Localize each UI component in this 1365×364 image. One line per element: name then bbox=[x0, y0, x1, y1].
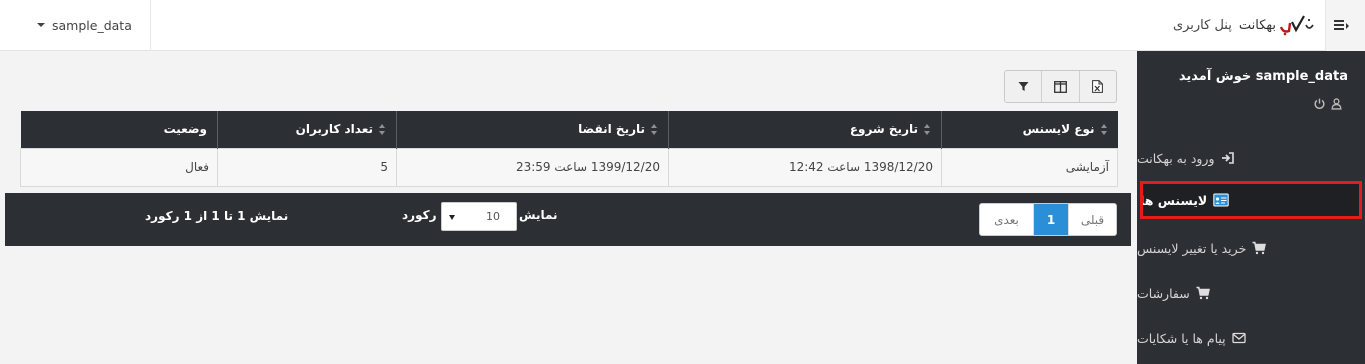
cell-expire-date: 1399/12/20 ساعت 23:59 bbox=[396, 147, 669, 187]
column-header-license-type[interactable]: نوع لایسنس bbox=[941, 111, 1118, 148]
excel-export-button[interactable] bbox=[1080, 71, 1116, 102]
licenses-table: نوع لایسنس تاریخ شروع تاریخ انقضا تعداد … bbox=[20, 111, 1118, 187]
page-size-value: 10 bbox=[486, 210, 500, 223]
id-card-icon bbox=[1213, 193, 1229, 207]
columns-icon bbox=[1054, 80, 1067, 93]
caret-down-icon bbox=[449, 215, 455, 220]
brand-name: بهکانت bbox=[1238, 17, 1276, 33]
cell-status: فعال bbox=[20, 147, 218, 187]
sidebar-item-orders[interactable]: سفارشات bbox=[1137, 274, 1365, 312]
column-header-label: تعداد کاربران bbox=[295, 122, 373, 137]
sidebar-item-buy-license[interactable]: خرید یا تغییر لایسنس bbox=[1137, 229, 1365, 267]
hamburger-icon bbox=[1334, 20, 1344, 22]
cell-license-type: آزمایشی bbox=[941, 147, 1118, 187]
show-label: نمایش bbox=[519, 208, 558, 222]
envelope-icon bbox=[1232, 332, 1246, 344]
column-header-label: تاریخ شروع bbox=[849, 122, 918, 137]
table-info: نمایش 1 تا 1 از 1 رکورد bbox=[145, 209, 289, 223]
cart-icon bbox=[1252, 241, 1267, 255]
table-row: آزمایشی 1398/12/20 ساعت 12:42 1399/12/20… bbox=[20, 147, 1118, 187]
column-header-label: تاریخ انقضا bbox=[578, 122, 645, 137]
page-size-select[interactable]: 10 bbox=[441, 202, 517, 231]
table-toolbar bbox=[1004, 70, 1117, 103]
column-header-expire-date[interactable]: تاریخ انقضا bbox=[396, 111, 669, 148]
top-navbar: sample_data بهکانت پنل کاربری bbox=[0, 0, 1365, 51]
sort-icon bbox=[924, 124, 931, 136]
sidebar-item-licenses[interactable]: لایسنس ها bbox=[1140, 181, 1362, 219]
menu-toggle-button[interactable] bbox=[1325, 0, 1365, 51]
power-icon[interactable] bbox=[1313, 97, 1326, 110]
panel-title: پنل کاربری bbox=[1172, 17, 1232, 33]
sign-in-icon bbox=[1221, 152, 1234, 164]
user-icon[interactable] bbox=[1330, 97, 1343, 110]
user-icons bbox=[1313, 97, 1343, 110]
hamburger-line bbox=[1334, 24, 1344, 26]
records-label: رکورد bbox=[402, 208, 437, 222]
bahcount-logo bbox=[1279, 13, 1315, 37]
sidebar-item-label: سفارشات bbox=[1137, 285, 1190, 301]
table-footer: بعدی 1 قبلی نمایش 10 رکورد نمایش 1 تا 1 … bbox=[5, 193, 1131, 246]
sidebar: sample_data خوش آمدید ورود به بهکانت لای… bbox=[1137, 51, 1365, 364]
column-header-status[interactable]: وضعیت bbox=[20, 111, 218, 148]
excel-export-icon bbox=[1092, 80, 1104, 93]
filter-icon bbox=[1018, 82, 1029, 91]
cell-user-count: 5 bbox=[217, 147, 397, 187]
sidebar-item-label: لایسنس ها bbox=[1140, 192, 1208, 208]
sidebar-item-label: خرید یا تغییر لایسنس bbox=[1137, 240, 1247, 256]
hamburger-line bbox=[1334, 28, 1344, 30]
column-header-start-date[interactable]: تاریخ شروع bbox=[668, 111, 942, 148]
columns-button[interactable] bbox=[1042, 71, 1080, 102]
sort-icon bbox=[1100, 124, 1108, 136]
user-dropdown[interactable]: sample_data bbox=[0, 0, 151, 51]
sidebar-item-messages[interactable]: پیام ها یا شکایات bbox=[1137, 319, 1365, 357]
next-page-button[interactable]: بعدی bbox=[980, 204, 1034, 235]
cart-icon bbox=[1196, 286, 1210, 300]
sidebar-item-label: پیام ها یا شکایات bbox=[1137, 330, 1226, 346]
sort-icon bbox=[379, 124, 386, 136]
cell-start-date: 1398/12/20 ساعت 12:42 bbox=[668, 147, 942, 187]
sidebar-item-label: ورود به بهکانت bbox=[1137, 150, 1215, 166]
caret-right-icon bbox=[1346, 23, 1349, 29]
column-header-user-count[interactable]: تعداد کاربران bbox=[217, 111, 397, 148]
sidebar-item-login[interactable]: ورود به بهکانت bbox=[1137, 139, 1365, 177]
welcome-text: sample_data خوش آمدید bbox=[1178, 69, 1348, 84]
user-dropdown-label: sample_data bbox=[52, 18, 132, 33]
current-page-button[interactable]: 1 bbox=[1034, 204, 1068, 235]
column-header-label: وضعیت bbox=[163, 122, 207, 137]
sort-icon bbox=[651, 124, 658, 136]
pagination: بعدی 1 قبلی bbox=[979, 203, 1117, 236]
caret-down-icon bbox=[37, 23, 45, 27]
filter-button[interactable] bbox=[1005, 71, 1043, 102]
column-header-label: نوع لایسنس bbox=[1022, 122, 1095, 137]
brand[interactable]: بهکانت پنل کاربری bbox=[1173, 12, 1315, 38]
prev-page-button[interactable]: قبلی bbox=[1068, 204, 1116, 235]
